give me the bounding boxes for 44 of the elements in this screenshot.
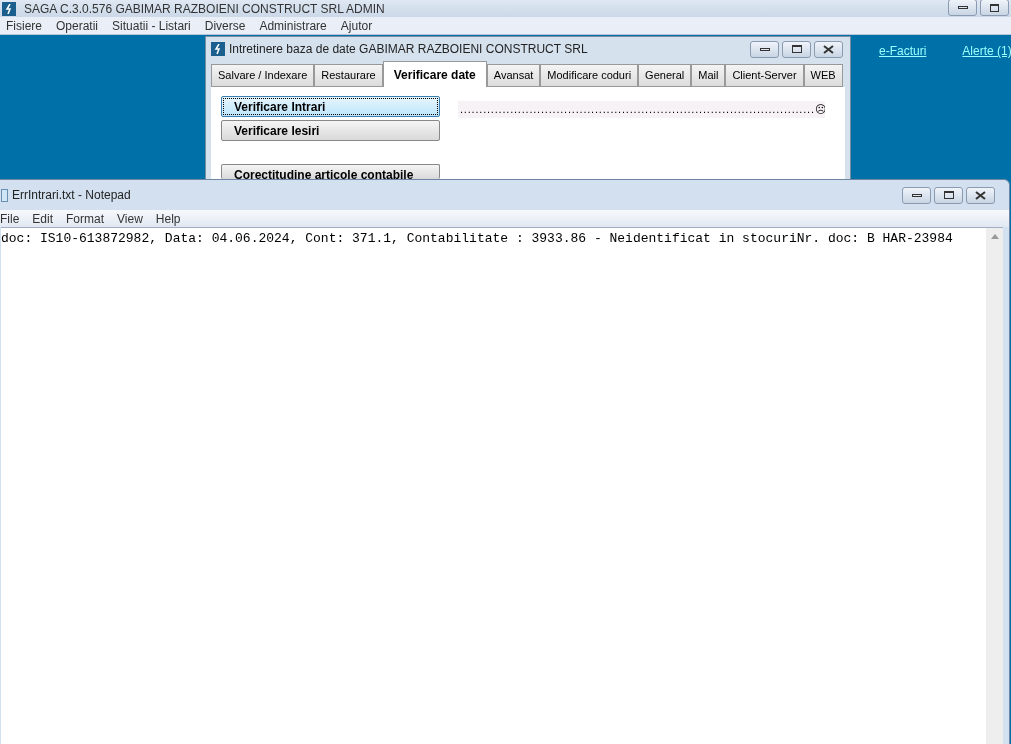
tab[interactable]: Avansat bbox=[486, 64, 541, 87]
close-icon bbox=[975, 190, 986, 200]
app-logo-icon bbox=[211, 42, 225, 56]
progress-indicator: ............................................................................................☹ bbox=[458, 101, 825, 118]
menu-item[interactable]: Administrare bbox=[259, 16, 327, 35]
close-icon bbox=[823, 44, 834, 54]
tab[interactable]: General bbox=[638, 64, 692, 87]
close-button[interactable] bbox=[814, 40, 843, 58]
menu-item[interactable]: Help bbox=[155, 209, 181, 228]
tab[interactable]: Restaurare bbox=[314, 64, 383, 87]
action-button[interactable]: Verificare Intrari bbox=[221, 96, 440, 117]
action-button[interactable]: Corectitudine articole contabile bbox=[221, 164, 440, 179]
tab[interactable]: Modificare coduri bbox=[540, 64, 639, 87]
tab[interactable]: WEB bbox=[803, 64, 843, 87]
maximize-button[interactable] bbox=[782, 40, 811, 58]
maximize-button[interactable] bbox=[980, 0, 1009, 16]
tab[interactable]: Client-Server bbox=[725, 64, 804, 87]
menu-item[interactable]: Format bbox=[66, 209, 105, 228]
close-button[interactable] bbox=[966, 186, 995, 204]
text-area[interactable]: doc: IS10-613872982, Data: 04.06.2024, Cont: 371.1, Contabilitate : 3933.86 - Neidentificat in stocuriNr. doc: B HAR-23984 bbox=[1, 227, 1003, 744]
menu-item[interactable]: Fisiere bbox=[6, 16, 42, 35]
action-button[interactable]: Verificare Iesiri bbox=[221, 120, 440, 141]
window-title: SAGA C.3.0.576 GABIMAR RAZBOIENI CONSTRUCT SRL ADMIN bbox=[24, 0, 385, 18]
text-line: doc: IS10-613872982, Data: 04.06.2024, Cont: 371.1, Contabilitate : 3933.86 - Neidentificat in stocuriNr. doc: B HAR-23984 bbox=[1, 230, 954, 248]
minimize-button[interactable] bbox=[750, 40, 779, 58]
menu-item[interactable]: Operatii bbox=[56, 16, 99, 35]
minimize-button[interactable] bbox=[948, 0, 977, 16]
tab[interactable]: Salvare / Indexare bbox=[211, 64, 315, 87]
link[interactable]: e-Facturi bbox=[879, 42, 927, 60]
menu-item[interactable]: Ajutor bbox=[340, 16, 373, 35]
scrollbar[interactable] bbox=[986, 228, 1003, 744]
window-title: ErrIntrari.txt - Notepad bbox=[12, 187, 131, 204]
tab[interactable]: Verificare date bbox=[382, 61, 487, 87]
maximize-button[interactable] bbox=[934, 186, 963, 204]
menu-item[interactable]: Diverse bbox=[204, 16, 246, 35]
menu-item[interactable]: Edit bbox=[32, 209, 54, 228]
link[interactable]: Alerte (1) bbox=[962, 42, 1011, 60]
tab[interactable]: Mail bbox=[691, 64, 726, 87]
minimize-button[interactable] bbox=[902, 186, 931, 204]
app-logo-icon bbox=[2, 1, 16, 16]
window-title: Intretinere baza de date GABIMAR RAZBOIENI CONSTRUCT SRL bbox=[229, 41, 588, 58]
menu-item[interactable]: Situatii - Listari bbox=[112, 16, 191, 35]
menu-item[interactable]: View bbox=[117, 209, 143, 228]
menu-item[interactable]: File bbox=[0, 209, 20, 228]
